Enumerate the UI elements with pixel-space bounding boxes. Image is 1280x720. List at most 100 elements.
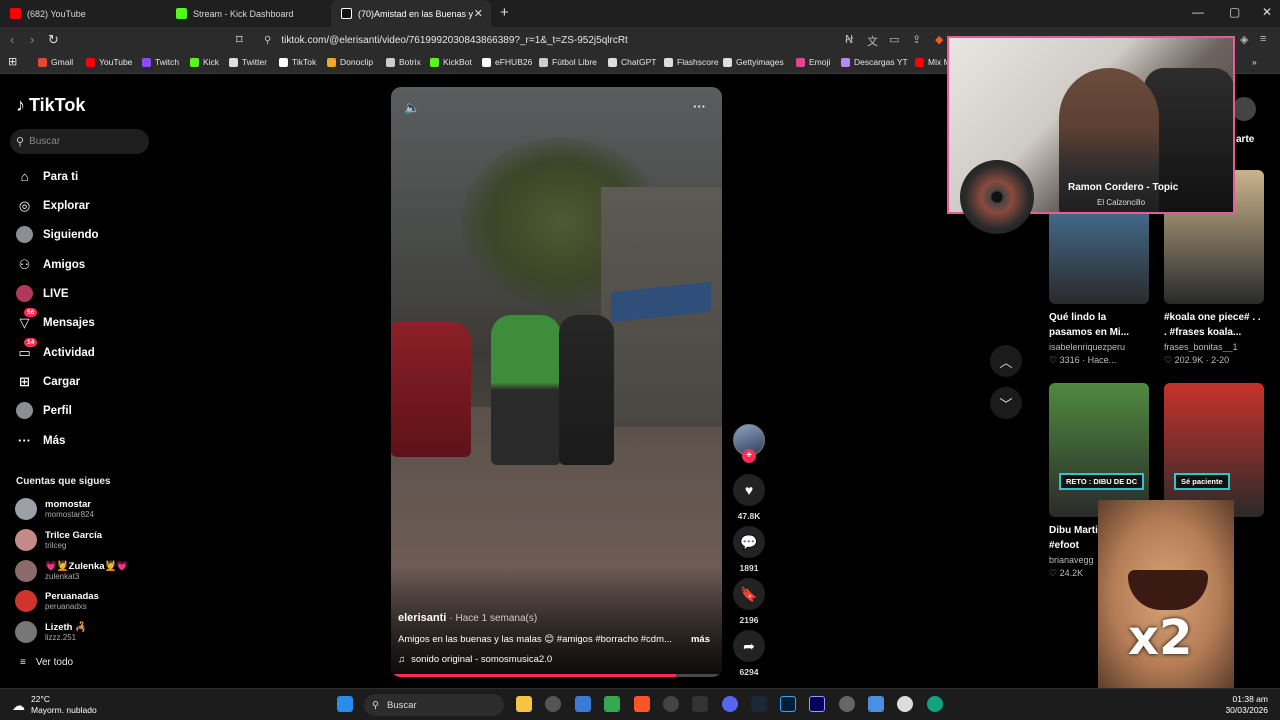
minimize-icon[interactable]: —	[1192, 5, 1204, 19]
bookmark-item[interactable]: Donoclip	[327, 57, 373, 67]
premiere-icon[interactable]	[809, 696, 825, 712]
share-button[interactable]: ➦	[733, 630, 765, 662]
more-bookmarks-icon[interactable]: »	[1252, 57, 1257, 67]
bookmark-item[interactable]: Fútbol Libre	[539, 57, 597, 67]
reload-icon[interactable]: ↻	[48, 32, 59, 48]
recommended-video-thumbnail[interactable]: RETO : DIBU DE DC	[1049, 383, 1149, 517]
pip-icon[interactable]: ▭	[889, 33, 899, 46]
comment-button[interactable]: 💬	[733, 526, 765, 558]
back-icon[interactable]: ‹	[10, 32, 14, 47]
search-input[interactable]: ⚲ Buscar	[10, 129, 149, 154]
translate-icon[interactable]: 文	[867, 33, 878, 49]
obs-icon[interactable]	[545, 696, 561, 712]
edge-icon[interactable]	[927, 696, 943, 712]
brave-shield-icon[interactable]: ◆	[935, 33, 943, 46]
tab-kick-dashboard[interactable]: Stream - Kick Dashboard	[166, 0, 331, 27]
windows-start-icon[interactable]	[337, 696, 353, 712]
save-button[interactable]: 🔖	[733, 578, 765, 610]
user-avatar[interactable]	[1232, 97, 1256, 121]
file-explorer-icon[interactable]	[516, 696, 532, 712]
following-account[interactable]: Peruanadas peruanadxs	[15, 590, 99, 612]
sidebar-item-actividad[interactable]: ▭ 14 Actividad	[16, 338, 95, 361]
sidebar-item-para-ti[interactable]: ⌂ Para ti	[16, 168, 79, 185]
app-icon[interactable]	[604, 696, 620, 712]
tab-tiktok-video[interactable]: (70)Amistad en las Buenas y las ✕	[331, 0, 491, 27]
video-sound[interactable]: ♫ sonido original - somosmusica2.0	[398, 654, 552, 665]
reader-icon[interactable]: Ꞥ	[845, 33, 853, 46]
bookmark-item[interactable]: Emoji	[796, 57, 830, 67]
share-label[interactable]: arte	[1236, 134, 1254, 145]
bookmark-item[interactable]: Twitch	[142, 57, 179, 67]
url-field[interactable]: ⚲ tiktok.com/@elerisanti/video/761999203…	[256, 30, 946, 50]
tiktok-logo[interactable]: ♪ TikTok	[16, 95, 85, 116]
media-player-icon[interactable]	[663, 696, 679, 712]
sidebar-item-explorar[interactable]: ◎ Explorar	[16, 197, 90, 214]
vpn-icon[interactable]: ◈	[1240, 33, 1248, 46]
photoshop-icon[interactable]	[780, 696, 796, 712]
discord-icon[interactable]	[722, 696, 738, 712]
sidebar-item-mensajes[interactable]: ▽ 56 Mensajes	[16, 308, 95, 331]
video-author[interactable]: elerisanti · Hace 1 semana(s)	[398, 612, 537, 624]
recommended-video-thumbnail[interactable]: Sé paciente	[1164, 383, 1264, 517]
recommended-video-title[interactable]: #koala one piece# . . . #frases koala...	[1164, 310, 1262, 340]
sidebar-item-cargar[interactable]: ⊞ Cargar	[16, 373, 80, 390]
more-options-icon[interactable]: ···	[693, 99, 706, 114]
brave-icon[interactable]	[634, 696, 650, 712]
sidebar-item-siguiendo[interactable]: Siguiendo	[16, 226, 99, 243]
close-window-icon[interactable]: ✕	[1262, 5, 1272, 19]
like-button[interactable]: ♥	[733, 474, 765, 506]
forward-icon[interactable]: ›	[30, 32, 34, 47]
video-player[interactable]: 🔈 ··· elerisanti · Hace 1 semana(s) Amig…	[391, 87, 722, 677]
bookmark-item[interactable]: Gmail	[38, 57, 73, 67]
steam-icon[interactable]	[751, 696, 767, 712]
recommended-video-author[interactable]: frases_bonitas__1	[1164, 342, 1264, 352]
previous-video-button[interactable]: ︿	[990, 345, 1022, 377]
caption-more-button[interactable]: más	[691, 634, 710, 645]
calculator-icon[interactable]	[692, 696, 708, 712]
taskbar-search[interactable]: ⚲ Buscar	[364, 694, 504, 716]
bookmark-item[interactable]: Twitter	[229, 57, 267, 67]
bookmark-item[interactable]: YouTube	[86, 57, 132, 67]
bookmark-item[interactable]: TikTok	[279, 57, 316, 67]
following-account[interactable]: Trilce García trilceg	[15, 529, 102, 551]
bookmark-item[interactable]: KickBot	[430, 57, 472, 67]
following-account[interactable]: momostar momostar824	[15, 498, 94, 520]
apps-grid-icon[interactable]: ⊞	[8, 55, 17, 68]
maximize-icon[interactable]: ▢	[1229, 5, 1240, 19]
system-clock[interactable]: 01:38 am 30/03/2026	[1225, 694, 1268, 716]
sidebar-item-perfil[interactable]: Perfil	[16, 402, 72, 419]
tab-youtube[interactable]: (682) YouTube	[0, 0, 165, 27]
follow-plus-icon[interactable]: +	[742, 449, 756, 463]
bookmark-item[interactable]: Descargas YT	[841, 57, 908, 67]
video-progress-bar[interactable]	[391, 674, 722, 677]
video-username[interactable]: elerisanti	[398, 612, 446, 624]
menu-icon[interactable]: ≡	[1260, 33, 1266, 45]
next-video-button[interactable]: ﹀	[990, 387, 1022, 419]
recommended-video-author[interactable]: isabelenriquezperu	[1049, 342, 1149, 352]
see-all-link[interactable]: ≡ Ver todo	[20, 657, 73, 668]
bookmark-item[interactable]: Botrix	[386, 57, 421, 67]
weather-widget[interactable]: ☁ 22°C Mayorm. nublado	[12, 694, 97, 716]
recommended-video-title[interactable]: Qué lindo la pasamos en Mi...	[1049, 310, 1147, 340]
following-account[interactable]: Lizeth 🦂 lizzz.251	[15, 621, 87, 643]
bookmark-item[interactable]: ChatGPT	[608, 57, 656, 67]
bookmark-item[interactable]: Flashscore	[664, 57, 719, 67]
app-icon[interactable]	[897, 696, 913, 712]
sidebar-item-amigos[interactable]: ⚇ Amigos	[16, 256, 86, 273]
mute-icon[interactable]: 🔈	[404, 100, 420, 116]
share-page-icon[interactable]: ⇪	[912, 33, 921, 46]
bookmark-page-icon[interactable]: ⌑	[236, 32, 243, 48]
bookmark-item[interactable]: Kick	[190, 57, 219, 67]
settings-icon[interactable]	[839, 696, 855, 712]
sidebar-item-más[interactable]: ··· Más	[16, 432, 65, 449]
new-tab-icon[interactable]: +	[500, 4, 509, 21]
bookmark-item[interactable]: eFHUB26	[482, 57, 532, 67]
site-info-icon[interactable]: ⚲	[264, 35, 271, 46]
bookmark-item[interactable]: Mix M	[915, 57, 951, 67]
close-tab-icon[interactable]: ✕	[474, 7, 483, 20]
following-account[interactable]: 💗💆Zulenka💆💗 zulenkat3	[15, 560, 128, 582]
app-icon[interactable]	[575, 696, 591, 712]
sidebar-item-live[interactable]: LIVE	[16, 285, 69, 302]
bookmark-item[interactable]: Gettyimages	[723, 57, 784, 67]
notepad-icon[interactable]	[868, 696, 884, 712]
